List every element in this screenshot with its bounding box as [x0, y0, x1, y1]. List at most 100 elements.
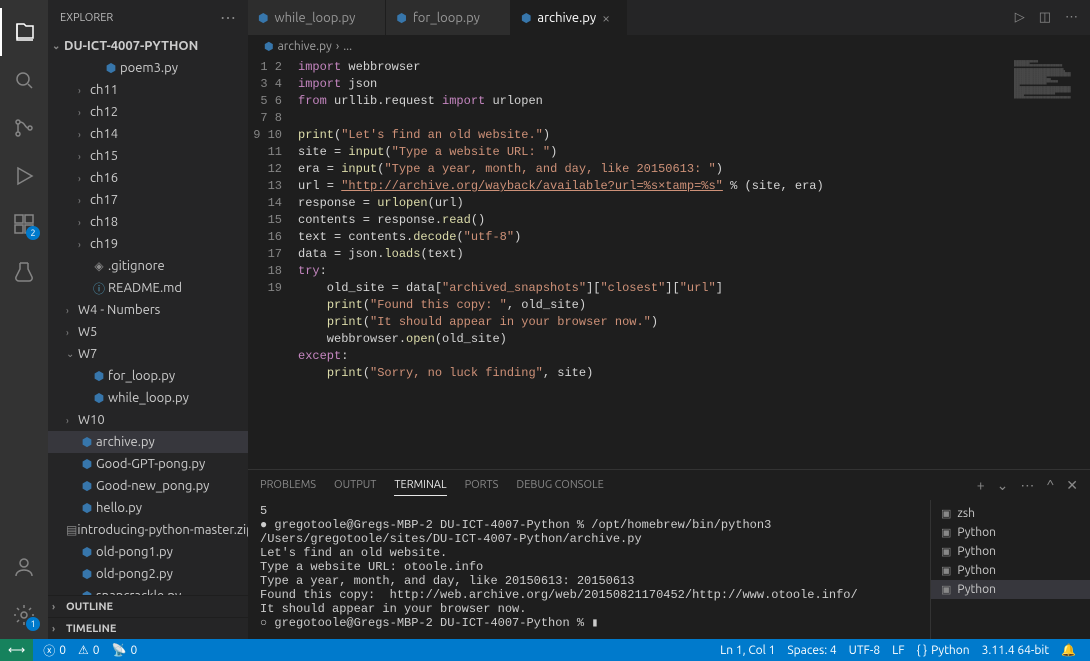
outline-section[interactable]: › OUTLINE	[48, 595, 248, 617]
code-area[interactable]: 1 2 3 4 5 6 7 8 9 10 11 12 13 14 15 16 1…	[248, 57, 1090, 469]
account-icon[interactable]	[0, 543, 48, 591]
editor-tab[interactable]: ⬢archive.py×	[511, 0, 627, 35]
extensions-icon[interactable]: 2	[0, 200, 48, 248]
panel-tab-output[interactable]: OUTPUT	[334, 475, 376, 495]
folder-item[interactable]: ›ch12	[48, 101, 248, 123]
source-control-icon[interactable]	[0, 104, 48, 152]
status-eol[interactable]: LF	[886, 644, 910, 657]
timeline-section[interactable]: › TIMELINE	[48, 617, 248, 639]
run-debug-icon[interactable]	[0, 152, 48, 200]
chevron-icon: ›	[78, 173, 90, 184]
terminal-item[interactable]: ▣zsh	[931, 504, 1090, 523]
terminal-item[interactable]: ▣Python	[931, 523, 1090, 542]
panel-tab-terminal[interactable]: TERMINAL	[394, 475, 446, 496]
chevron-icon: ›	[78, 217, 90, 228]
chevron-icon: ›	[78, 129, 90, 140]
folder-item[interactable]: ⌄W7	[48, 343, 248, 365]
maximize-panel-icon[interactable]: ^	[1046, 477, 1054, 494]
file-item[interactable]: ⬢while_loop.py	[48, 387, 248, 409]
panel-tab-problems[interactable]: PROBLEMS	[260, 475, 316, 495]
explorer-icon[interactable]	[0, 8, 48, 56]
py-icon: ⬢	[78, 435, 96, 449]
sidebar-more-icon[interactable]: ⋯	[220, 8, 236, 27]
folder-item[interactable]: ›W10	[48, 409, 248, 431]
editor-tab[interactable]: ⬢while_loop.py×	[248, 0, 386, 35]
folder-item[interactable]: ›ch15	[48, 145, 248, 167]
file-item[interactable]: ⬢hello.py	[48, 497, 248, 519]
status-bar: ⟷ ⓧ 0 ⚠ 0 📡 0 Ln 1, Col 1 Spaces: 4 UTF-…	[0, 639, 1090, 661]
file-item[interactable]: ⬢old-pong2.py	[48, 563, 248, 585]
file-item[interactable]: ⬢old-pong1.py	[48, 541, 248, 563]
notifications-icon[interactable]: 🔔	[1055, 643, 1082, 657]
folder-item[interactable]: ›ch18	[48, 211, 248, 233]
panel-tab-ports[interactable]: PORTS	[465, 475, 499, 495]
py-icon: ⬢	[102, 61, 120, 75]
file-item[interactable]: ⬢poem3.py	[48, 57, 248, 79]
status-interpreter[interactable]: 3.11.4 64-bit	[976, 644, 1055, 657]
sidebar: EXPLORER ⋯ ⌄ DU-ICT-4007-PYTHON ⬢poem3.p…	[48, 0, 248, 639]
py-icon: ⬢	[78, 545, 96, 559]
status-warnings[interactable]: ⚠ 0	[72, 643, 106, 657]
terminal-item[interactable]: ▣Python	[931, 580, 1090, 599]
file-item[interactable]: ▤introducing-python-master.zip	[48, 519, 248, 541]
panel-tabs: PROBLEMS OUTPUT TERMINAL PORTS DEBUG CONSOLE…	[248, 470, 1090, 500]
search-icon[interactable]	[0, 56, 48, 104]
remote-indicator[interactable]: ⟷	[0, 639, 33, 661]
outline-label: OUTLINE	[66, 601, 113, 613]
folder-item[interactable]: ›ch11	[48, 79, 248, 101]
run-icon[interactable]: ▷	[1015, 10, 1025, 25]
editor-tab[interactable]: ⬢for_loop.py×	[386, 0, 511, 35]
file-item[interactable]: ⬢Good-GPT-pong.py	[48, 453, 248, 475]
status-cursor[interactable]: Ln 1, Col 1	[714, 644, 781, 657]
sidebar-header: EXPLORER ⋯	[48, 0, 248, 35]
more-icon[interactable]: ⋯	[1065, 10, 1078, 25]
testing-icon[interactable]	[0, 248, 48, 296]
chevron-icon: ›	[78, 85, 90, 96]
split-editor-icon[interactable]: ◫	[1039, 10, 1051, 25]
folder-item[interactable]: ›ch19	[48, 233, 248, 255]
git-icon: ◈	[90, 259, 108, 273]
python-icon: ⬢	[396, 11, 406, 25]
breadcrumb[interactable]: ⬢ archive.py › ...	[248, 35, 1090, 57]
project-root[interactable]: ⌄ DU-ICT-4007-PYTHON	[48, 35, 248, 57]
terminal-item[interactable]: ▣Python	[931, 561, 1090, 580]
status-lang[interactable]: { } Python	[911, 644, 976, 657]
file-item[interactable]: ⬢archive.py	[48, 431, 248, 453]
close-icon[interactable]: ×	[602, 10, 616, 26]
file-item[interactable]: ⬢for_loop.py	[48, 365, 248, 387]
chevron-down-icon: ⌄	[52, 40, 64, 52]
settings-icon[interactable]: 1	[0, 591, 48, 639]
code-content[interactable]: import webbrowser import json from urlli…	[298, 57, 1010, 469]
minimap[interactable]: █████████████████ ███████████ ██████████…	[1010, 57, 1090, 469]
folder-item[interactable]: ›W5	[48, 321, 248, 343]
py-icon: ⬢	[78, 479, 96, 493]
file-item[interactable]: ⬢Good-new_pong.py	[48, 475, 248, 497]
md-icon: ⓘ	[90, 280, 108, 297]
status-spaces[interactable]: Spaces: 4	[781, 644, 842, 657]
status-ports[interactable]: 📡 0	[106, 643, 144, 657]
file-item[interactable]: ⬢snapcrackle.py	[48, 585, 248, 595]
extensions-badge: 2	[26, 226, 40, 240]
py-icon: ⬢	[90, 369, 108, 383]
line-gutter: 1 2 3 4 5 6 7 8 9 10 11 12 13 14 15 16 1…	[248, 57, 298, 469]
chevron-icon: ⌄	[66, 348, 78, 360]
terminal-dropdown-icon[interactable]: ⌄	[997, 477, 1009, 494]
panel-tab-debug-console[interactable]: DEBUG CONSOLE	[516, 475, 603, 495]
file-tree: ⬢poem3.py›ch11›ch12›ch14›ch15›ch16›ch17›…	[48, 57, 248, 595]
folder-item[interactable]: ›ch16	[48, 167, 248, 189]
terminal-item[interactable]: ▣Python	[931, 542, 1090, 561]
terminal-icon: ▣	[941, 526, 951, 539]
status-errors[interactable]: ⓧ 0	[37, 642, 72, 659]
new-terminal-icon[interactable]: +	[977, 477, 985, 494]
close-panel-icon[interactable]: ✕	[1066, 477, 1078, 494]
project-label: DU-ICT-4007-PYTHON	[64, 39, 198, 53]
folder-item[interactable]: ›W4 - Numbers	[48, 299, 248, 321]
file-item[interactable]: ⓘREADME.md	[48, 277, 248, 299]
file-item[interactable]: ◈.gitignore	[48, 255, 248, 277]
terminal-output[interactable]: 5 ● gregotoole@Gregs-MBP-2 DU-ICT-4007-P…	[248, 500, 930, 639]
panel-more-icon[interactable]: ⋯	[1020, 477, 1034, 494]
folder-item[interactable]: ›ch14	[48, 123, 248, 145]
folder-item[interactable]: ›ch17	[48, 189, 248, 211]
status-encoding[interactable]: UTF-8	[843, 644, 886, 657]
python-icon: ⬢	[521, 11, 531, 25]
